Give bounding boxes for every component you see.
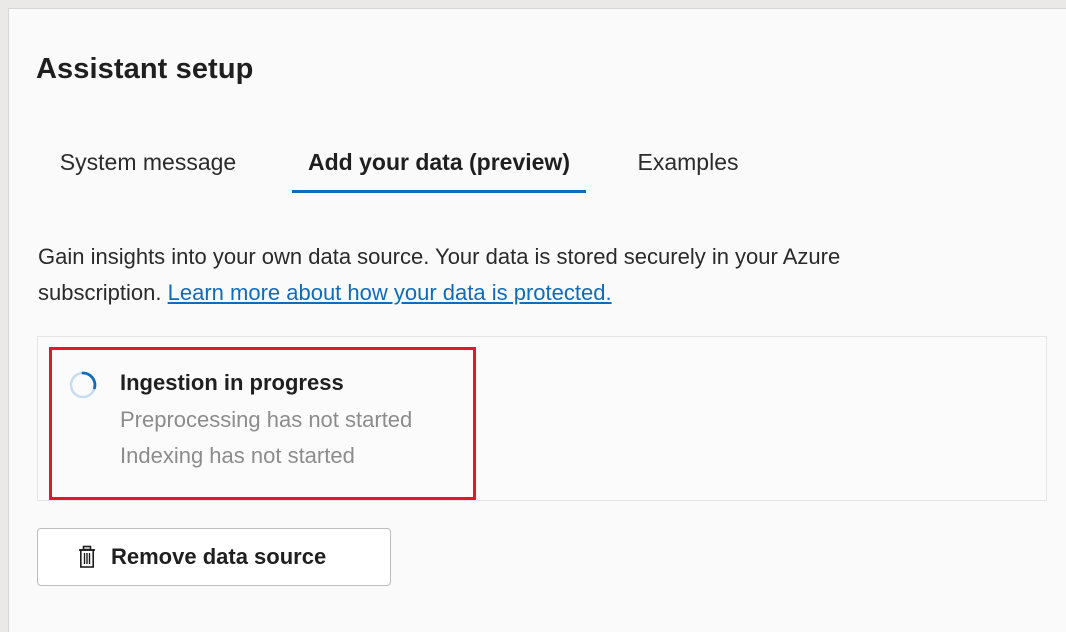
tab-system-message[interactable]: System message <box>49 133 247 191</box>
tab-add-your-data[interactable]: Add your data (preview) <box>292 133 586 193</box>
page-title: Assistant setup <box>36 53 254 85</box>
loading-spinner-icon <box>69 371 97 399</box>
trash-icon <box>79 545 95 568</box>
remove-data-source-button[interactable]: Remove data source <box>37 528 391 586</box>
indexing-status: Indexing has not started <box>120 443 355 468</box>
description-line-2: subscription. <box>38 280 168 305</box>
tab-bar: System message Add your data (preview) E… <box>31 133 791 193</box>
assistant-setup-panel: Assistant setup System message Add your … <box>8 8 1066 632</box>
preprocessing-status: Preprocessing has not started <box>120 407 413 432</box>
remove-data-source-label: Remove data source <box>111 544 327 569</box>
status-title: Ingestion in progress <box>120 370 344 395</box>
description: Gain insights into your own data source.… <box>38 239 1018 311</box>
tab-examples[interactable]: Examples <box>629 133 747 191</box>
learn-more-link[interactable]: Learn more about how your data is protec… <box>168 280 612 305</box>
description-line-1: Gain insights into your own data source.… <box>38 244 841 269</box>
